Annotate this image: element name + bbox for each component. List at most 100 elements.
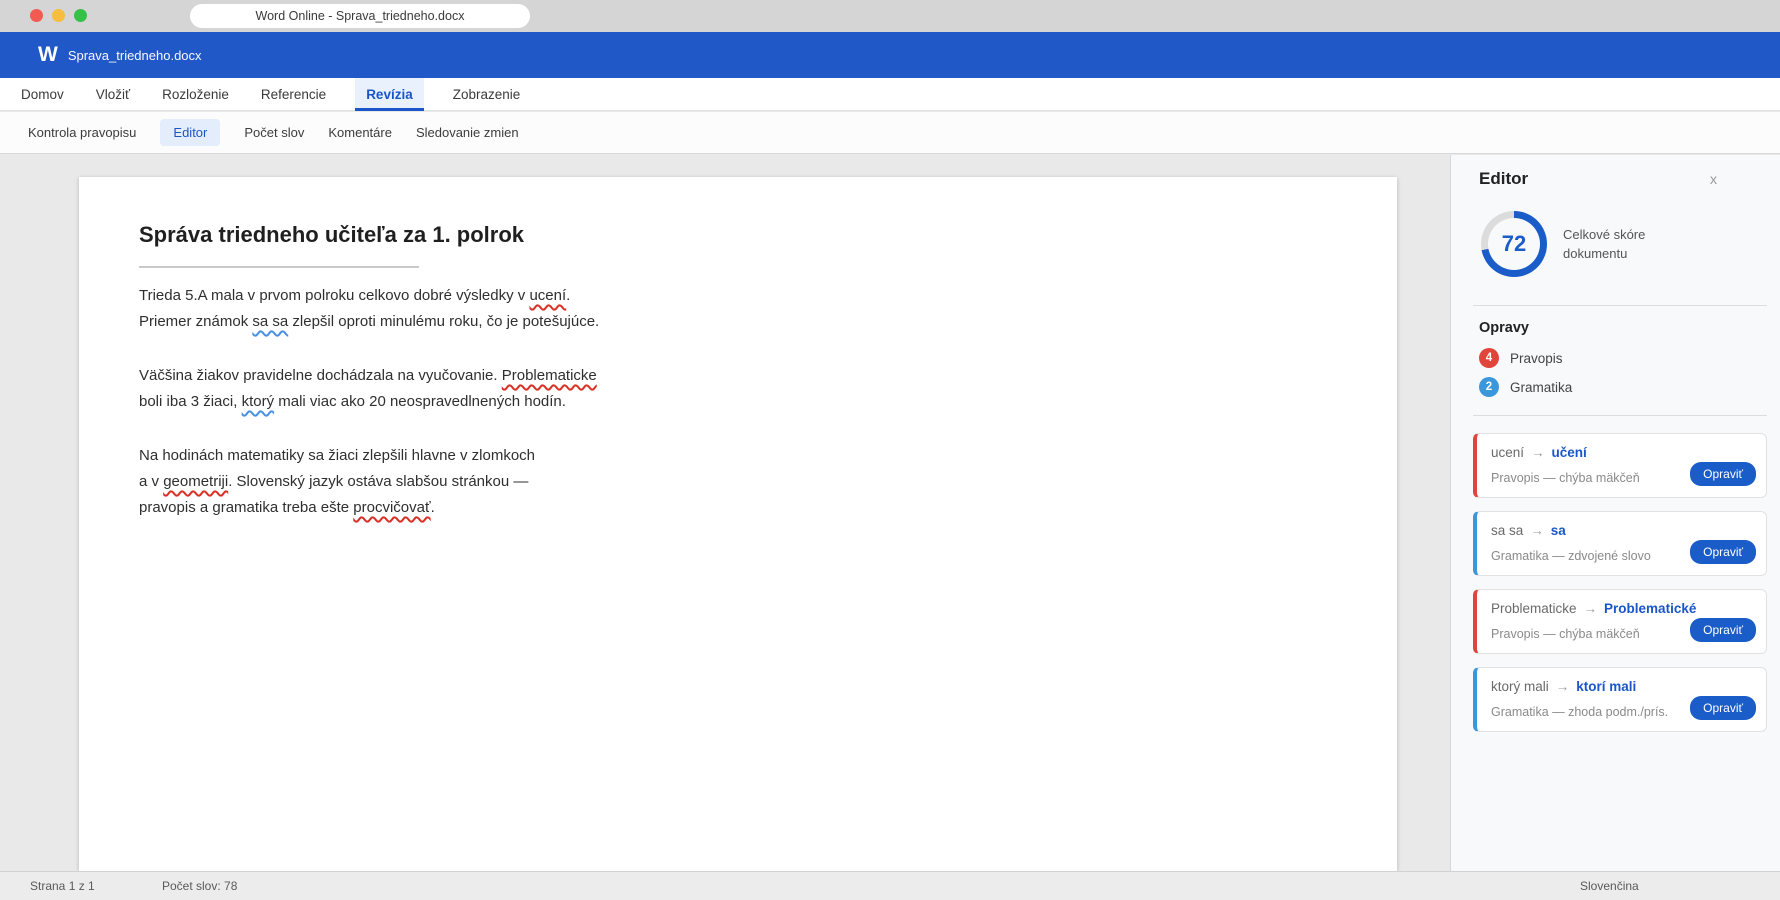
toolbar-item-pocet-slov[interactable]: Počet slov	[244, 125, 304, 140]
score-label: Celkové skóre dokumentu	[1563, 227, 1646, 261]
tab-domov[interactable]: Domov	[18, 78, 67, 110]
text-run: Trieda 5.A mala v prvom polroku celkovo …	[139, 287, 530, 304]
spelling-flagged-word[interactable]: geometriji	[163, 473, 228, 490]
correction-summary: ktorý mali → ktorí mali	[1491, 678, 1754, 696]
gramatika-label: Gramatika	[1510, 379, 1573, 395]
ribbon-tabs: Domov Vložiť Rozloženie Referencie Revízia Zo…	[0, 78, 1780, 111]
apply-fix-button[interactable]: Opraviť	[1690, 618, 1756, 642]
suggested-text: ktorí mali	[1576, 679, 1637, 694]
panel-divider	[1473, 305, 1767, 306]
suggested-text: sa	[1550, 523, 1566, 538]
text-line: Väčšina žiakov pravidelne dochádzala na …	[139, 363, 1337, 389]
score-section: 72 Celkové skóre dokumentu	[1473, 211, 1767, 277]
document-heading: Správa triedneho učiteľa za 1. polrok	[139, 222, 525, 247]
text-run: .	[430, 499, 435, 516]
editor-panel: Editor x 72 Celkové skóre dokumentu Opra…	[1450, 155, 1780, 871]
correction-card[interactable]: ktorý mali → ktorí mali Gramatika — zhoda p…	[1473, 667, 1767, 732]
text-line: Priemer známok sa sa zlepšil oproti minu…	[139, 309, 1337, 335]
text-run: mali viac ako 20 neospravedlnených hodín…	[274, 393, 566, 410]
text-run: .	[566, 287, 571, 304]
language-indicator[interactable]: Slovenčina	[1580, 872, 1639, 900]
pravopis-label: Pravopis	[1510, 350, 1563, 366]
arrow-icon: →	[1530, 523, 1544, 538]
word-count: Počet slov: 78	[162, 879, 238, 893]
window-title: Word Online - Sprava_triedneho.docx	[190, 4, 530, 28]
text-run: boli iba 3 žiaci,	[139, 393, 242, 410]
category-pravopis[interactable]: 4 Pravopis	[1473, 348, 1767, 368]
arrow-icon: →	[1583, 601, 1598, 616]
paragraph: Väčšina žiakov pravidelne dochádzala na …	[139, 363, 1337, 415]
toolbar-item-sledovanie-zmien[interactable]: Sledovanie zmien	[416, 125, 519, 140]
paragraph: Na hodinách matematiky sa žiaci zlepšili…	[139, 443, 1337, 521]
toolbar-item-editor[interactable]: Editor	[160, 119, 221, 146]
tab-zobrazenie[interactable]: Zobrazenie	[450, 78, 524, 110]
correction-categories: 4 Pravopis 2 Gramatika	[1473, 348, 1767, 397]
word-logo-icon: W	[38, 43, 58, 66]
tab-revizia[interactable]: Revízia	[355, 78, 424, 111]
window-zoom-icon[interactable]	[74, 9, 87, 22]
apply-fix-button[interactable]: Opraviť	[1690, 462, 1756, 486]
correction-card[interactable]: Problematicke → Problematické Pravopis — ch…	[1473, 589, 1767, 654]
text-run: a v	[139, 473, 164, 490]
window-close-icon[interactable]	[30, 9, 43, 22]
pravopis-count-badge: 4	[1479, 348, 1499, 368]
document-filename: Sprava_triedneho.docx	[67, 47, 202, 63]
gramatika-count-badge: 2	[1479, 377, 1499, 397]
editor-panel-header: Editor x	[1473, 169, 1767, 189]
arrow-icon: →	[1531, 445, 1545, 460]
panel-divider	[1473, 415, 1767, 416]
original-text: sa sa	[1491, 523, 1524, 538]
correction-summary: ucení → učení	[1491, 444, 1754, 462]
window-minimize-icon[interactable]	[52, 9, 65, 22]
close-panel-icon[interactable]: x	[1710, 171, 1717, 187]
text-run: . Slovenský jazyk ostáva slabšou stránko…	[228, 473, 529, 490]
tab-rozlozenie[interactable]: Rozloženie	[159, 78, 232, 110]
original-text: Problematicke	[1491, 601, 1577, 616]
correction-card[interactable]: ucení → učení Pravopis — chýba mäkčeň Opravi…	[1473, 433, 1767, 498]
review-toolbar: Kontrola pravopisu Editor Počet slov Koment…	[0, 112, 1780, 154]
text-run: Väčšina žiakov pravidelne dochádzala na …	[139, 367, 502, 384]
document-page[interactable]: Správa triedneho učiteľa za 1. polrok Tr…	[79, 177, 1397, 871]
text-run: pravopis a gramatika treba ešte	[139, 499, 354, 516]
grammar-flagged-word[interactable]: sa sa	[252, 313, 288, 330]
text-line: pravopis a gramatika treba ešte procvičo…	[139, 495, 1337, 521]
score-value: 72	[1501, 231, 1527, 256]
paragraph: Trieda 5.A mala v prvom polroku celkovo …	[139, 283, 1337, 335]
window-titlebar: Word Online - Sprava_triedneho.docx	[0, 0, 1780, 32]
apply-fix-button[interactable]: Opraviť	[1690, 696, 1756, 720]
spelling-flagged-word[interactable]: ucení	[529, 287, 566, 304]
original-text: ucení	[1491, 445, 1525, 460]
grammar-flagged-word[interactable]: ktorý	[242, 393, 275, 410]
text-line: boli iba 3 žiaci, ktorý mali viac ako 20…	[139, 389, 1337, 415]
editor-panel-title: Editor	[1479, 169, 1529, 188]
document-body: Trieda 5.A mala v prvom polroku celkovo …	[139, 283, 1337, 521]
app-bar: W Sprava_triedneho.docx	[0, 32, 1780, 78]
status-bar: Strana 1 z 1 Počet slov: 78 Slovenčina	[0, 871, 1780, 900]
suggested-text: Problematické	[1604, 601, 1697, 616]
correction-summary: sa sa → sa	[1491, 522, 1754, 540]
spelling-flagged-word[interactable]: Problematicke	[502, 367, 597, 384]
score-ring: 72	[1481, 211, 1547, 277]
correction-card-list: ucení → učení Pravopis — chýba mäkčeň Opravi…	[1473, 433, 1767, 732]
spelling-flagged-word[interactable]: procvičovať	[353, 499, 430, 516]
text-run: Priemer známok	[139, 313, 253, 330]
page-indicator: Strana 1 z 1	[30, 879, 95, 893]
suggested-text: učení	[1551, 445, 1587, 460]
original-text: ktorý mali	[1491, 679, 1549, 694]
text-line: Trieda 5.A mala v prvom polroku celkovo …	[139, 283, 1337, 309]
correction-summary: Problematicke → Problematické	[1491, 600, 1754, 618]
tab-referencie[interactable]: Referencie	[258, 78, 329, 110]
text-line: Na hodinách matematiky sa žiaci zlepšili…	[139, 443, 1337, 469]
apply-fix-button[interactable]: Opraviť	[1690, 540, 1756, 564]
text-run: zlepšil oproti minulému roku, čo je pote…	[288, 313, 600, 330]
correction-card[interactable]: sa sa → sa Gramatika — zdvojené slovo Opravi…	[1473, 511, 1767, 576]
tab-vlozit[interactable]: Vložiť	[93, 78, 133, 110]
heading-rule	[139, 266, 419, 268]
text-line: a v geometriji. Slovenský jazyk ostáva s…	[139, 469, 1337, 495]
corrections-heading: Opravy	[1479, 320, 1529, 336]
arrow-icon: →	[1555, 679, 1570, 694]
category-gramatika[interactable]: 2 Gramatika	[1473, 377, 1767, 397]
toolbar-item-kontrola-pravopisu[interactable]: Kontrola pravopisu	[28, 125, 136, 140]
text-run: Na hodinách matematiky sa žiaci zlepšili…	[139, 447, 536, 464]
toolbar-item-komentare[interactable]: Komentáre	[328, 125, 392, 140]
